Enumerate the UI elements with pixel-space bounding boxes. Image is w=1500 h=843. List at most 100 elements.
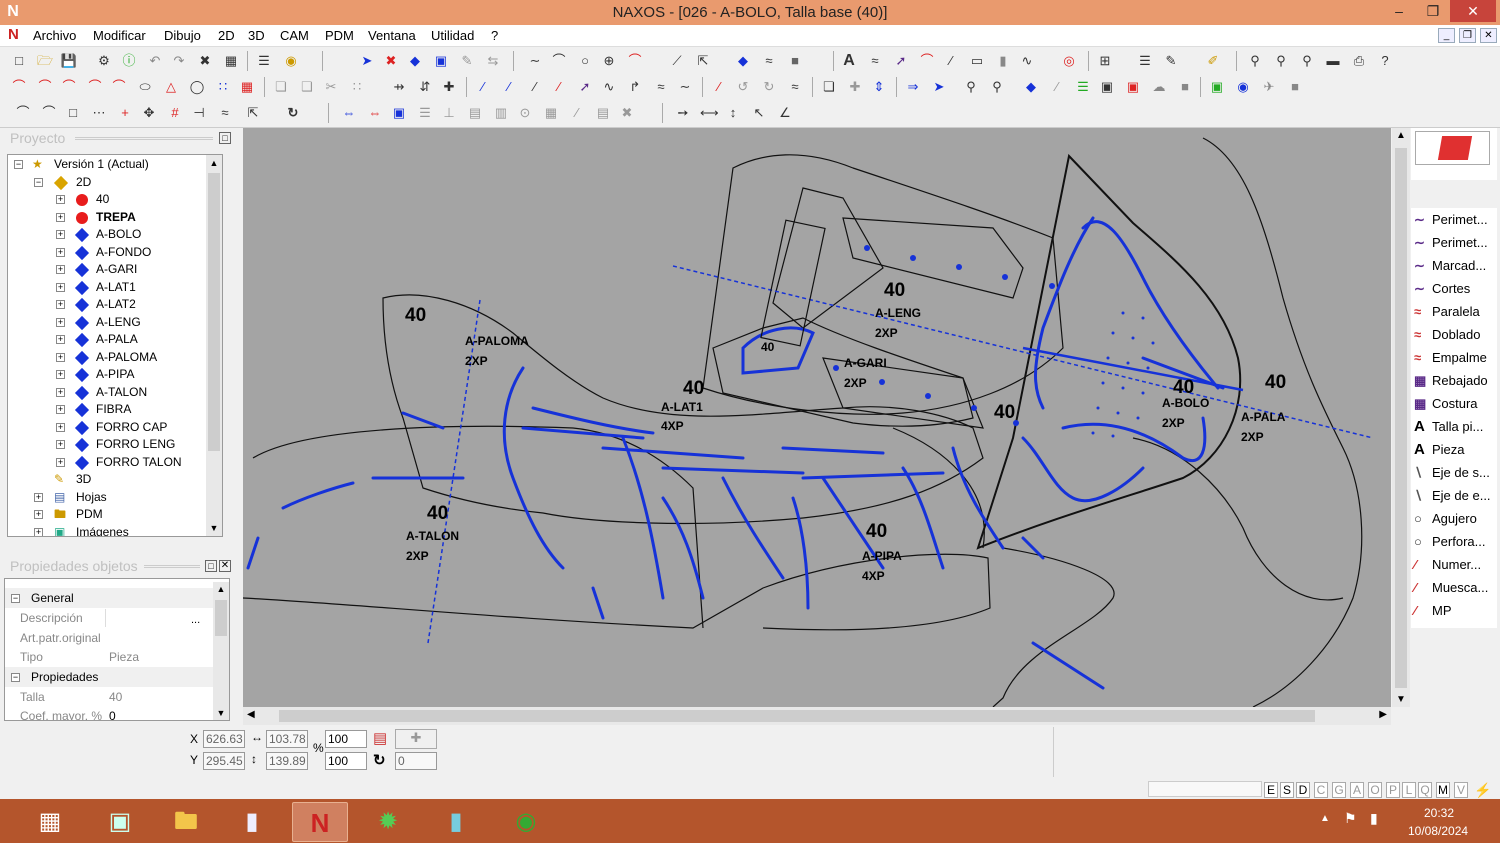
print-icon[interactable]: ⎙ <box>1350 52 1368 70</box>
corner-icon[interactable]: ⌒ <box>10 78 28 96</box>
cross-tool-icon[interactable]: ✖ <box>382 52 400 70</box>
zoom-out2-icon[interactable]: ⚲ <box>988 78 1006 96</box>
group-propiedades[interactable]: − Propiedades <box>5 667 215 687</box>
wave-icon[interactable]: ≈ <box>760 52 778 70</box>
folder-icon[interactable]: 🖿 <box>158 802 214 842</box>
node-icon[interactable]: ◆ <box>734 52 752 70</box>
line-blue-icon[interactable]: ∕ <box>474 78 492 96</box>
status-toggle-c[interactable]: C <box>1314 782 1328 798</box>
page-icon[interactable]: □ <box>64 104 82 122</box>
mdi-close-button[interactable]: ✕ <box>1480 28 1497 43</box>
undo-icon[interactable]: ↶ <box>146 52 164 70</box>
plane-icon[interactable]: ✈ <box>1260 78 1278 96</box>
status-toggle-p[interactable]: P <box>1386 782 1400 798</box>
save-icon[interactable]: 💾 <box>60 52 78 70</box>
rotate-left-icon[interactable]: ↺ <box>734 78 752 96</box>
flag-icon[interactable]: ⚑ <box>1344 810 1357 827</box>
open-folder-icon[interactable]: 🗁 <box>36 52 54 70</box>
close-button[interactable]: ✕ <box>1450 0 1496 22</box>
tool-perimetro-1[interactable]: ∼ Perimet... <box>1414 210 1488 230</box>
angle-icon[interactable]: ∠ <box>776 104 794 122</box>
menu-cam[interactable]: CAM <box>280 28 309 43</box>
grey6-icon[interactable]: ∕ <box>568 104 586 122</box>
tool-rebajado[interactable]: ▦ Rebajado <box>1414 371 1488 391</box>
tool-empalme[interactable]: ≈ Empalme <box>1414 348 1487 368</box>
corner2-icon[interactable]: ⌒ <box>14 104 32 122</box>
menu-help[interactable]: ? <box>491 28 498 43</box>
duplicate-icon[interactable]: ❏ <box>820 78 838 96</box>
prop-descripcion[interactable]: Descripción... <box>5 608 215 628</box>
status-toggle-d[interactable]: D <box>1296 782 1310 798</box>
oval-icon[interactable]: ◯ <box>188 78 206 96</box>
properties-icon[interactable]: ▦ <box>222 52 240 70</box>
flip-icon[interactable]: ⇵ <box>416 78 434 96</box>
updown-icon[interactable]: ⇕ <box>870 78 888 96</box>
window-icon[interactable]: ▣ <box>1098 78 1116 96</box>
status-toggle-q[interactable]: Q <box>1418 782 1432 798</box>
explode-icon[interactable]: ✚ <box>440 78 458 96</box>
tool-eje-simetria[interactable]: ∖ Eje de s... <box>1414 463 1490 483</box>
dx-field[interactable]: 103.78 <box>266 730 308 748</box>
pin-icon[interactable]: □ <box>219 132 231 144</box>
drawing-canvas[interactable]: 40 A-PALOMA 2XP 40 A-LAT1 4XP 40 A-LENG … <box>243 128 1391 707</box>
scale-x-field[interactable]: 100 <box>325 730 367 748</box>
tool-marcado[interactable]: ∼ Marcad... <box>1414 256 1486 276</box>
trim-icon[interactable]: ⌒ <box>86 78 104 96</box>
extend-icon[interactable]: ⌒ <box>110 78 128 96</box>
red-arrows-icon[interactable]: ⇔ <box>366 104 384 122</box>
diag-icon[interactable]: ∕ <box>942 52 960 70</box>
mdi-minimize-button[interactable]: _ <box>1438 28 1455 43</box>
book-icon[interactable]: ▮ <box>428 802 484 842</box>
text-icon[interactable]: A <box>840 52 858 70</box>
slash-icon[interactable]: ∕ <box>710 78 728 96</box>
status-extra-icon[interactable]: ⚡ <box>1472 782 1494 798</box>
refresh-icon[interactable]: ↻ <box>284 104 302 122</box>
rotation-field[interactable]: 0 <box>395 752 437 770</box>
status-toggle-o[interactable]: O <box>1368 782 1382 798</box>
arc-icon[interactable]: ⌒ <box>626 52 644 70</box>
tool-numeracion[interactable]: ∕ Numer... <box>1414 555 1481 575</box>
close-panel-icon[interactable]: ✕ <box>219 560 231 572</box>
y-coord-field[interactable]: 295.45 <box>203 752 245 770</box>
divide-icon[interactable]: ⊣ <box>190 104 208 122</box>
target-icon[interactable]: ◎ <box>1060 52 1078 70</box>
tool-pieza[interactable]: A Pieza <box>1414 440 1465 460</box>
layers2-icon[interactable]: ☰ <box>1136 52 1154 70</box>
menu-archivo[interactable]: Archivo <box>33 28 76 43</box>
rotate-right-icon[interactable]: ↻ <box>760 78 778 96</box>
pointer2-icon[interactable]: ⇱ <box>244 104 262 122</box>
blue-arrows-icon[interactable]: ⇔ <box>340 104 358 122</box>
prop-tipo[interactable]: Tipo Pieza <box>5 647 215 667</box>
x-coord-field[interactable]: 626.63 <box>203 730 245 748</box>
copy-icon[interactable]: ❏ <box>272 78 290 96</box>
tree-scrollbar[interactable]: ▲ ▼ <box>206 155 222 536</box>
wave3-icon[interactable]: ≈ <box>652 78 670 96</box>
v-dim-icon[interactable]: ↕ <box>724 104 742 122</box>
stamp-icon[interactable]: ▮ <box>994 52 1012 70</box>
delete-icon[interactable]: ✖ <box>196 52 214 70</box>
menu-utilidad[interactable]: Utilidad <box>431 28 474 43</box>
palette-icon[interactable]: ◉ <box>282 52 300 70</box>
tool-talla-pieza[interactable]: A Talla pi... <box>1414 417 1483 437</box>
info-icon[interactable]: ⓘ <box>120 52 138 70</box>
hash-icon[interactable]: # <box>166 104 184 122</box>
curve-icon[interactable]: ⌒ <box>550 52 568 70</box>
ellipse-icon[interactable]: ⬭ <box>136 78 154 96</box>
help-icon[interactable]: ? <box>1376 52 1394 70</box>
scale-y-field[interactable]: 100 <box>325 752 367 770</box>
status-toggle-g[interactable]: G <box>1332 782 1346 798</box>
prop-art-patr[interactable]: Art.patr.original <box>5 628 215 648</box>
tool-costura[interactable]: ▦ Costura <box>1414 394 1478 414</box>
pin-icon[interactable]: □ <box>205 560 217 572</box>
zoom-out-icon[interactable]: ⚲ <box>1272 52 1290 70</box>
tool-doblado[interactable]: ≈ Doblado <box>1414 325 1480 345</box>
move-icon[interactable]: ➤ <box>930 78 948 96</box>
cloud-icon[interactable]: ☁ <box>1150 78 1168 96</box>
new-file-icon[interactable]: □ <box>10 52 28 70</box>
cross-point-icon[interactable]: ⊕ <box>600 52 618 70</box>
chrome-icon[interactable]: ◉ <box>498 802 554 842</box>
layers-icon[interactable]: ☰ <box>255 52 273 70</box>
image-icon[interactable]: ▣ <box>1208 78 1226 96</box>
h-dim-icon[interactable]: ⟷ <box>700 104 719 122</box>
step-icon[interactable]: ↱ <box>626 78 644 96</box>
